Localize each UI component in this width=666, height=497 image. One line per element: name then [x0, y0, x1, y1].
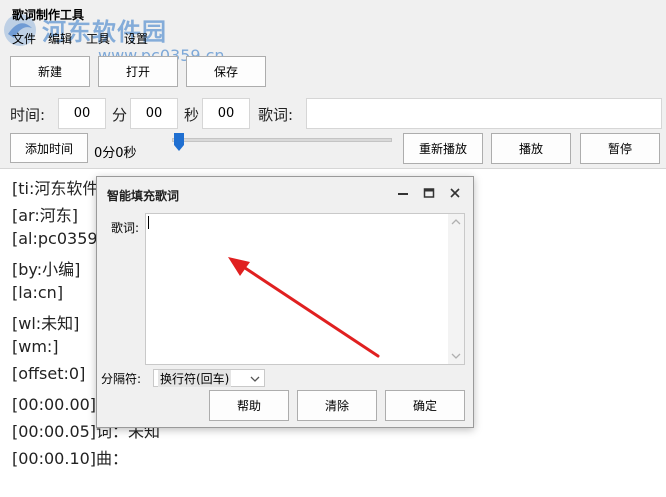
maximize-icon[interactable] — [419, 183, 439, 203]
separator-label: 分隔符: — [101, 372, 142, 386]
dialog-lyric-textarea[interactable] — [145, 213, 465, 365]
scroll-down-icon[interactable] — [448, 350, 464, 362]
save-button[interactable]: 保存 — [186, 56, 266, 87]
help-button[interactable]: 帮助 — [209, 390, 289, 421]
scroll-up-icon[interactable] — [448, 216, 464, 228]
minutes-label: 分 — [112, 106, 128, 124]
open-button[interactable]: 打开 — [98, 56, 178, 87]
lyric-line[interactable]: [la:cn] — [12, 283, 63, 302]
minimize-icon[interactable] — [393, 183, 413, 203]
menu-settings[interactable]: 设置 — [124, 30, 148, 47]
dialog-title: 智能填充歌词 — [107, 189, 180, 203]
time-label: 时间: — [10, 106, 46, 124]
add-time-button[interactable]: 添加时间 — [10, 133, 88, 163]
smart-fill-dialog: 智能填充歌词 歌词: 分隔符: 换行符(回车) 帮助 清除 确定 — [96, 176, 474, 428]
position-text: 0分0秒 — [94, 146, 137, 161]
hundredths-input[interactable]: 00 — [202, 98, 250, 129]
replay-button[interactable]: 重新播放 — [403, 133, 483, 164]
lyric-line[interactable]: [wl:未知] — [12, 310, 79, 334]
pause-button[interactable]: 暂停 — [580, 133, 660, 164]
new-button[interactable]: 新建 — [10, 56, 90, 87]
seconds-label: 秒 — [184, 106, 200, 124]
chevron-down-icon — [250, 376, 260, 382]
lyric-line[interactable]: [wm:] — [12, 337, 59, 356]
lyric-line[interactable]: [offset:0] — [12, 364, 85, 383]
seconds-input[interactable]: 00 — [130, 98, 178, 129]
play-button[interactable]: 播放 — [491, 133, 571, 164]
menu-tools[interactable]: 工具 — [86, 30, 110, 47]
minutes-input[interactable]: 00 — [58, 98, 106, 129]
menu-edit[interactable]: 编辑 — [48, 30, 72, 47]
lyric-line[interactable]: [al:pc0359] — [12, 229, 104, 248]
lyric-line[interactable]: [by:小编] — [12, 256, 80, 280]
progress-thumb[interactable] — [173, 132, 185, 152]
lyric-input[interactable] — [306, 98, 662, 129]
lyric-line[interactable]: [ar:河东] — [12, 202, 78, 226]
lyric-line[interactable]: [00:00.10]曲： — [12, 445, 128, 469]
separator-select[interactable]: 换行符(回车) — [153, 369, 265, 387]
textarea-scrollbar[interactable] — [448, 214, 464, 364]
lyric-label: 歌词: — [258, 106, 294, 124]
clear-button[interactable]: 清除 — [297, 390, 377, 421]
dialog-lyric-label: 歌词: — [111, 221, 140, 235]
separator-value: 换行符(回车) — [158, 369, 232, 387]
menu-file[interactable]: 文件 — [12, 30, 36, 47]
ok-button[interactable]: 确定 — [385, 390, 465, 421]
progress-track[interactable] — [172, 138, 392, 142]
text-caret — [148, 216, 149, 229]
close-icon[interactable] — [445, 183, 465, 203]
